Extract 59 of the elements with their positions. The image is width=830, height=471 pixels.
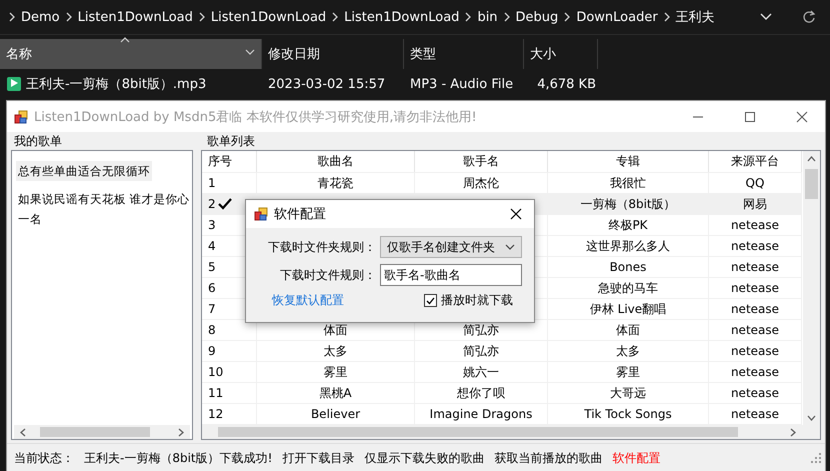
- source-cell: netease: [730, 365, 780, 379]
- index-cell: 7: [208, 302, 216, 316]
- source-cell: netease: [730, 344, 780, 358]
- source-cell: netease: [730, 239, 780, 253]
- index-cell: 10: [208, 365, 224, 379]
- album-cell: 这世界那么多人: [586, 238, 670, 254]
- singer-cell: 想你了呗: [457, 384, 505, 402]
- index-cell: 12: [208, 407, 224, 421]
- status-message: 王利夫-一剪梅（8bit版）下载成功!: [83, 450, 274, 466]
- index-cell: 3: [208, 218, 216, 232]
- file-type: MP3 - Audio File: [410, 76, 514, 92]
- source-cell: netease: [730, 386, 780, 400]
- album-cell: 终极PK: [608, 216, 648, 234]
- group-title: 歌单列表: [206, 132, 256, 150]
- file-size: 4,678 KB: [537, 76, 596, 92]
- index-cell: 8: [208, 323, 216, 337]
- album-cell: 雾里: [616, 364, 640, 380]
- singer-cell: 周杰伦: [463, 174, 499, 192]
- album-cell: Bones: [610, 260, 646, 274]
- album-cell: 大哥远: [610, 384, 646, 402]
- album-cell: Tik Tock Songs: [584, 407, 672, 421]
- index-cell: 6: [208, 281, 216, 295]
- singer-cell: 姚六一: [463, 364, 499, 380]
- song-cell: 太多: [324, 342, 348, 360]
- song-cell: 黑桃A: [319, 384, 352, 402]
- album-cell: 一剪梅（8bit版）: [580, 196, 676, 212]
- field-label: 下载时文件夹规则：: [268, 238, 377, 256]
- song-cell: 雾里: [324, 364, 348, 380]
- singer-cell: Imagine Dragons: [430, 407, 532, 421]
- singer-cell: 简弘亦: [463, 322, 499, 338]
- source-cell: netease: [730, 407, 780, 421]
- source-cell: 网易: [743, 196, 767, 212]
- album-cell: 伊林 Live翻唱: [590, 300, 666, 318]
- group-title: 我的歌单: [13, 132, 63, 150]
- album-cell: 太多: [616, 342, 640, 360]
- source-cell: netease: [730, 218, 780, 232]
- album-cell: 我很忙: [610, 174, 646, 192]
- index-cell: 1: [208, 176, 216, 190]
- album-cell: 体面: [616, 322, 640, 338]
- source-cell: QQ: [746, 176, 764, 190]
- source-cell: netease: [730, 281, 780, 295]
- source-cell: netease: [730, 260, 780, 274]
- singer-cell: 简弘亦: [463, 342, 499, 360]
- song-cell: 体面: [324, 322, 348, 338]
- index-cell: 11: [208, 386, 224, 400]
- index-cell: 5: [208, 260, 216, 274]
- index-cell: 9: [208, 344, 216, 358]
- source-cell: netease: [730, 302, 780, 316]
- index-cell: 4: [208, 239, 216, 253]
- status-label: 当前状态：: [13, 450, 75, 466]
- window-title: Listen1DownLoad by Msdn5君临 本软件仅供学习研究使用,请勿非法他用!: [34, 108, 478, 126]
- index-cell: 2: [208, 197, 216, 211]
- dialog-title: 软件配置: [274, 206, 327, 223]
- song-cell: Believer: [310, 407, 360, 421]
- field-label: 下载时文件规则：: [280, 266, 377, 284]
- file-date: 2023-03-02 15:57: [268, 76, 386, 92]
- album-cell: 急驶的马车: [598, 280, 658, 296]
- source-cell: netease: [730, 323, 780, 337]
- song-cell: 青花瓷: [318, 174, 354, 192]
